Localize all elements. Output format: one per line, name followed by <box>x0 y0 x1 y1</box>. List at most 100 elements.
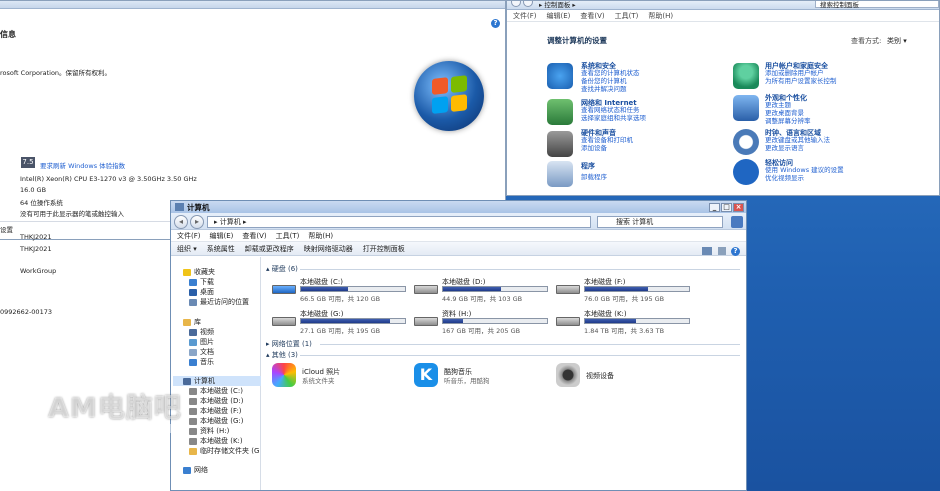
other-item[interactable]: iCloud 照片 系统文件夹 <box>272 363 402 391</box>
sidebar-item-temp-folder[interactable]: 临时存储文件夹 (G <box>189 446 259 456</box>
cp-link[interactable]: 添加设备 <box>581 144 607 152</box>
sidebar-item-drive-k[interactable]: 本地磁盘 (K:) <box>189 436 243 446</box>
cp-menu-file[interactable]: 文件(F) <box>513 11 537 21</box>
cp-menu-tools[interactable]: 工具(T) <box>615 11 639 21</box>
section-hard-drives[interactable]: ▴ 硬盘 (6) <box>266 264 298 274</box>
processor-value: Intel(R) Xeon(R) CPU E3-1270 v3 @ 3.50GH… <box>20 175 197 183</box>
cp-link[interactable]: 更改键盘或其他输入法 <box>765 136 830 144</box>
full-name-value: THKJ2021 <box>20 245 52 253</box>
open-control-panel-button[interactable]: 打开控制面板 <box>363 244 405 254</box>
cp-link[interactable]: 选择家庭组和共享选项 <box>581 114 646 122</box>
forward-button[interactable] <box>523 1 533 7</box>
sidebar-label: 音乐 <box>200 358 214 366</box>
pictures-icon <box>189 338 197 346</box>
help-icon[interactable]: ? <box>491 19 500 28</box>
preview-pane-icon[interactable] <box>718 247 726 255</box>
sidebar-item-drive-g[interactable]: 本地磁盘 (G:) <box>189 416 243 426</box>
section-network-locations[interactable]: ▸ 网络位置 (1) <box>266 339 312 349</box>
sidebar-item-recent[interactable]: 最近访问的位置 <box>189 297 249 307</box>
address-text: ▸ 计算机 ▸ <box>214 218 247 226</box>
sidebar-item-desktop[interactable]: 桌面 <box>189 287 214 297</box>
back-button[interactable] <box>511 1 521 7</box>
cp-link[interactable]: 备份您的计算机 <box>581 77 627 85</box>
back-button[interactable]: ◂ <box>174 215 188 229</box>
minimize-button[interactable]: _ <box>709 203 720 212</box>
section-other[interactable]: ▴ 其他 (3) <box>266 350 298 360</box>
explorer-content-pane: ▴ 硬盘 (6) 本地磁盘 (C:) 66.5 GB 可用，共 120 GB 本… <box>262 257 746 490</box>
cp-address-bar: ▸ 控制面板 ▸ 搜索控制面板 <box>507 1 939 10</box>
menu-file[interactable]: 文件(F) <box>177 231 201 241</box>
sidebar-label: 最近访问的位置 <box>200 298 249 306</box>
sidebar-label: 网络 <box>194 466 208 474</box>
other-item[interactable]: 视频设备 <box>556 363 686 391</box>
cp-link[interactable]: 使用 Windows 建议的设置 <box>765 166 844 174</box>
sidebar-favorites[interactable]: 收藏夹 <box>183 267 215 277</box>
cp-menu-view[interactable]: 查看(V) <box>580 11 604 21</box>
drive-item[interactable]: 本地磁盘 (D:) 44.9 GB 可用，共 103 GB <box>414 277 554 303</box>
sidebar-computer[interactable]: 计算机 <box>173 376 261 386</box>
cp-link[interactable]: 更改桌面背景 <box>765 109 804 117</box>
cp-link[interactable]: 卸载程序 <box>581 173 607 181</box>
drive-item[interactable]: 本地磁盘 (G:) 27.1 GB 可用，共 195 GB <box>272 309 412 335</box>
maximize-button[interactable]: □ <box>721 203 732 212</box>
menu-view[interactable]: 查看(V) <box>242 231 266 241</box>
drive-item[interactable]: 本地磁盘 (K:) 1.84 TB 可用，共 3.63 TB <box>556 309 696 335</box>
cp-link[interactable]: 优化视频显示 <box>765 174 804 182</box>
explorer-address-input[interactable]: ▸ 计算机 ▸ <box>207 216 591 228</box>
cp-address-text[interactable]: ▸ 控制面板 ▸ <box>539 1 576 9</box>
other-item[interactable]: K 酷狗音乐 听音乐，用酷狗 <box>414 363 544 391</box>
cp-link[interactable]: 查看您的计算机状态 <box>581 69 640 77</box>
cp-link[interactable]: 更改主题 <box>765 101 791 109</box>
search-icon[interactable] <box>731 216 743 228</box>
cp-search-input[interactable]: 搜索控制面板 <box>815 1 939 9</box>
forward-button[interactable]: ▸ <box>190 215 204 229</box>
menu-tools[interactable]: 工具(T) <box>276 231 300 241</box>
menu-edit[interactable]: 编辑(E) <box>210 231 234 241</box>
organize-button[interactable]: 组织 ▾ <box>177 244 197 254</box>
cp-link[interactable]: 调整屏幕分辨率 <box>765 117 811 125</box>
copyright-text: rosoft Corporation。保留所有权利。 <box>0 69 112 77</box>
sidebar-libraries[interactable]: 库 <box>183 317 201 327</box>
menu-help[interactable]: 帮助(H) <box>308 231 333 241</box>
sidebar-item-documents[interactable]: 文档 <box>189 347 214 357</box>
uninstall-program-button[interactable]: 卸载或更改程序 <box>245 244 294 254</box>
drive-icon <box>189 427 197 435</box>
drive-free-space: 44.9 GB 可用，共 103 GB <box>442 295 523 303</box>
sidebar-item-music[interactable]: 音乐 <box>189 357 214 367</box>
sidebar-item-drive-d[interactable]: 本地磁盘 (D:) <box>189 396 243 406</box>
sidebar-item-downloads[interactable]: 下载 <box>189 277 214 287</box>
explorer-command-bar: 组织 ▾ 系统属性 卸载或更改程序 映射网络驱动器 打开控制面板 ? <box>171 242 746 256</box>
drive-item[interactable]: 本地磁盘 (F:) 76.0 GB 可用，共 195 GB <box>556 277 696 303</box>
explorer-window: 计算机 _ □ × ◂ ▸ ▸ 计算机 ▸ 搜索 计算机 文件(F) 编辑(E)… <box>170 200 747 491</box>
map-network-drive-button[interactable]: 映射网络驱动器 <box>304 244 353 254</box>
cp-link[interactable]: 查看网络状态和任务 <box>581 106 640 114</box>
cp-menu-help[interactable]: 帮助(H) <box>648 11 673 21</box>
system-properties-button[interactable]: 系统属性 <box>207 244 235 254</box>
cp-link[interactable]: 查看设备和打印机 <box>581 136 633 144</box>
help-icon[interactable]: ? <box>731 247 740 256</box>
cp-link[interactable]: 添加或删除用户帐户 <box>765 69 824 77</box>
cp-link[interactable]: 查找并解决问题 <box>581 85 627 93</box>
sidebar-item-drive-f[interactable]: 本地磁盘 (F:) <box>189 406 242 416</box>
rating-link[interactable]: 要求刷新 Windows 体验指数 <box>40 160 125 170</box>
sidebar-label: 文档 <box>200 348 214 356</box>
cp-view-mode[interactable]: 类别 ▾ <box>887 36 907 46</box>
sidebar-item-drive-h[interactable]: 资料 (H:) <box>189 426 229 436</box>
drive-usage-bar <box>300 318 406 324</box>
cp-menu-edit[interactable]: 编辑(E) <box>547 11 571 21</box>
cp-programs-title[interactable]: 程序 <box>581 161 595 171</box>
drive-item[interactable]: 本地磁盘 (C:) 66.5 GB 可用，共 120 GB <box>272 277 412 303</box>
item-name: 视频设备 <box>586 372 614 380</box>
cp-link[interactable]: 为所有用户设置家长控制 <box>765 77 837 85</box>
view-options-icon[interactable] <box>702 247 712 255</box>
explorer-search-input[interactable]: 搜索 计算机 <box>597 216 723 228</box>
shield-icon <box>547 63 573 89</box>
sidebar-network[interactable]: 网络 <box>183 465 208 475</box>
cp-link[interactable]: 更改显示语言 <box>765 144 804 152</box>
sidebar-item-drive-c[interactable]: 本地磁盘 (C:) <box>189 386 243 396</box>
sidebar-item-pictures[interactable]: 图片 <box>189 337 214 347</box>
close-button[interactable]: × <box>733 203 744 212</box>
sidebar-label: 临时存储文件夹 (G <box>200 447 260 455</box>
drive-item[interactable]: 资料 (H:) 167 GB 可用，共 205 GB <box>414 309 554 335</box>
sidebar-item-videos[interactable]: 视频 <box>189 327 214 337</box>
